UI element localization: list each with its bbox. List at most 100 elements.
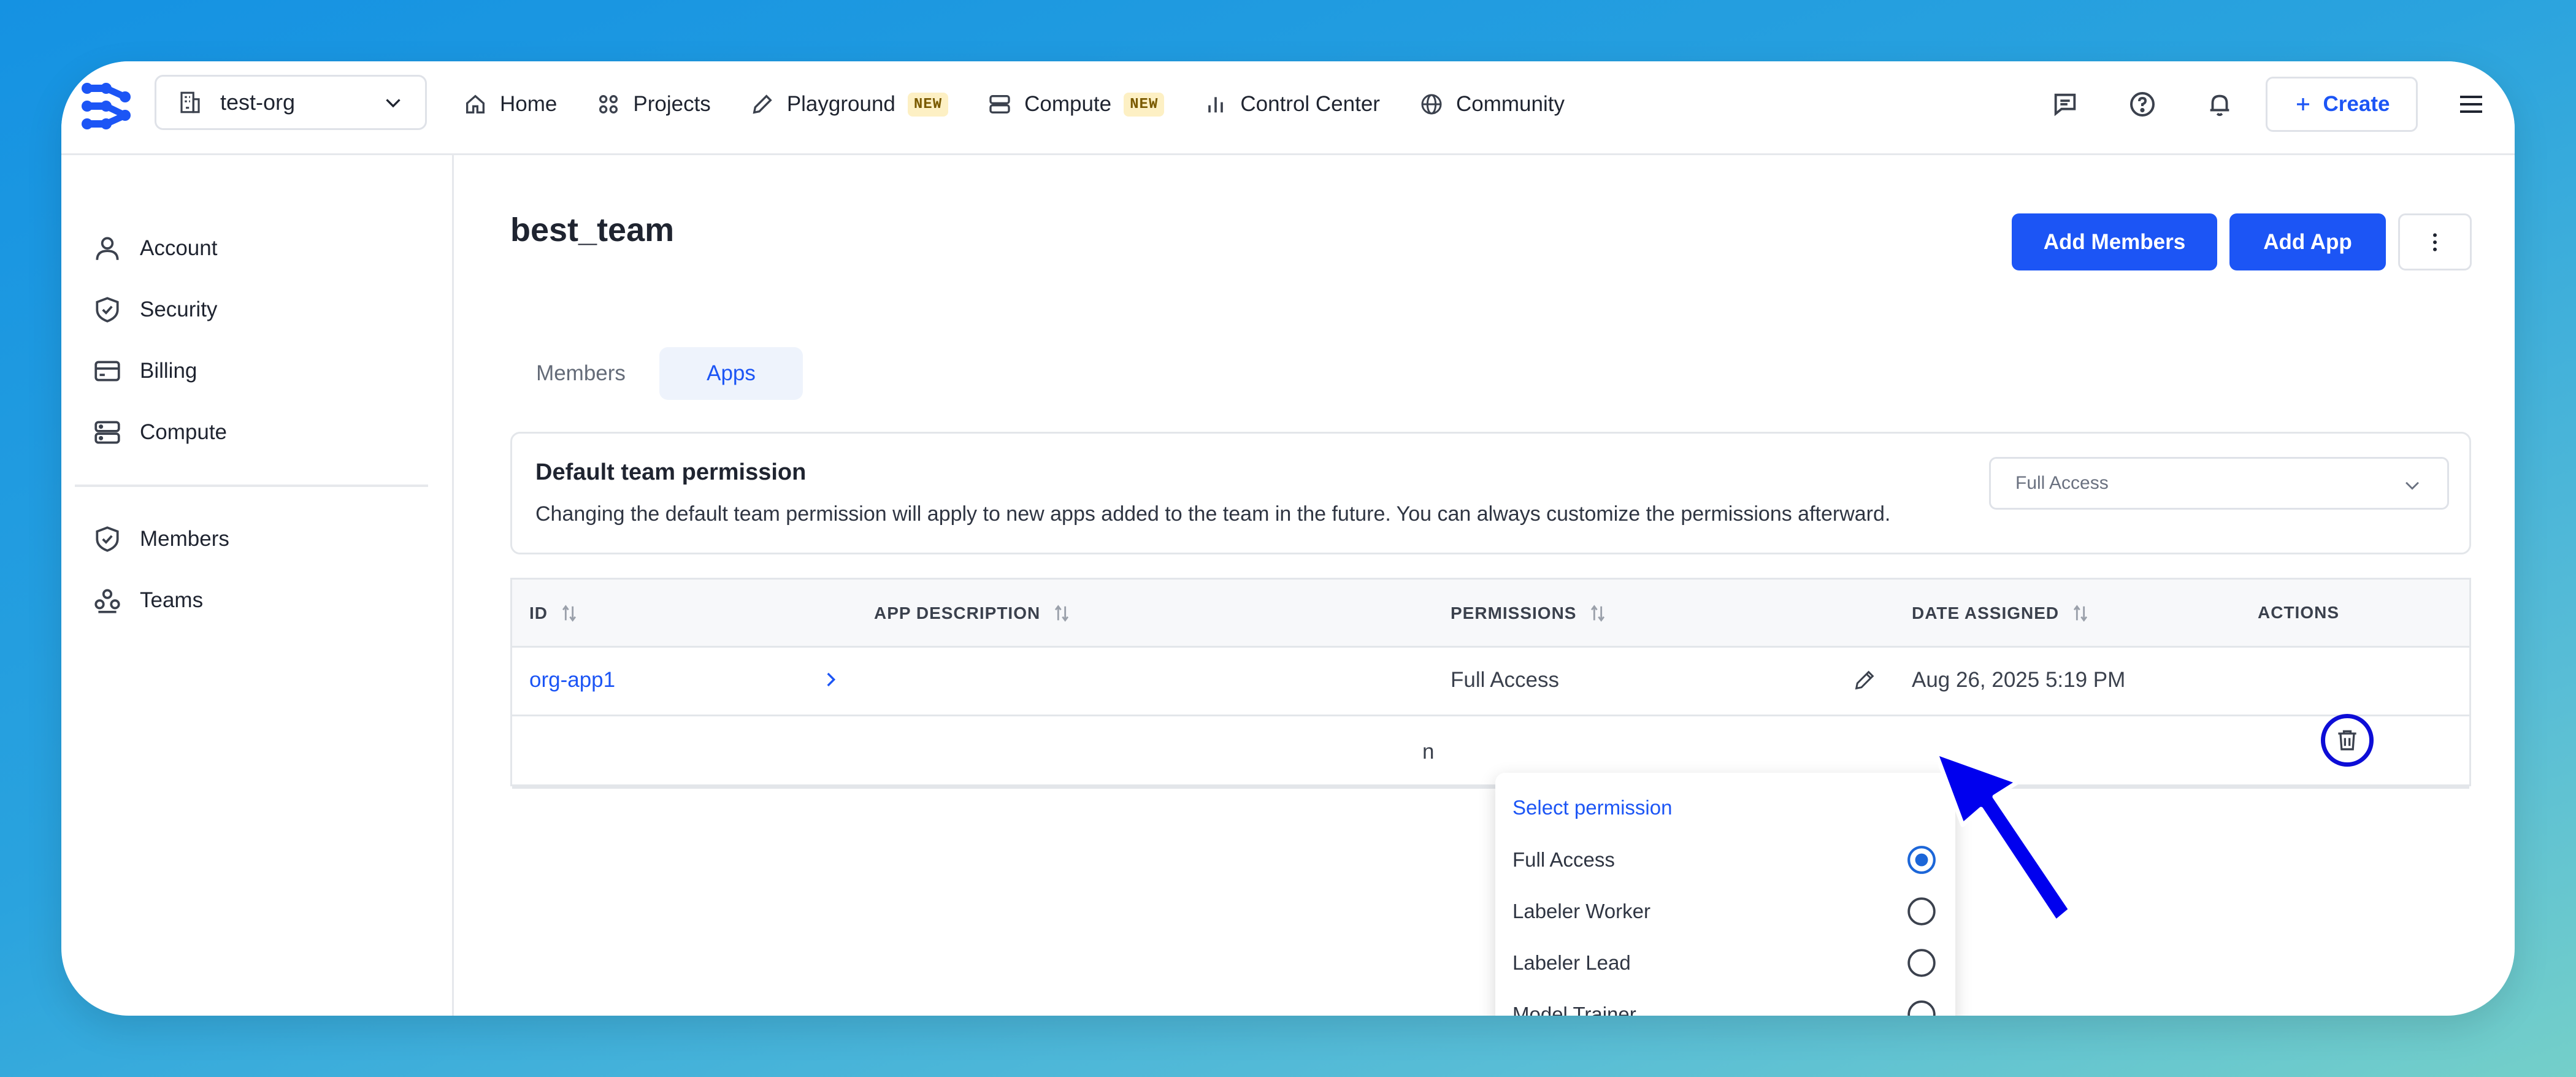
column-header-label: ACTIONS xyxy=(2258,603,2339,622)
date-assigned: Aug 26, 2025 5:19 PM xyxy=(1912,668,2126,692)
option-label: Labeler Worker xyxy=(1512,900,1650,922)
option-label: Full Access xyxy=(1512,848,1615,871)
top-right-actions: Create xyxy=(2046,61,2515,147)
permission-option-labeler-worker[interactable]: Labeler Worker xyxy=(1495,886,1955,938)
sidebar-item-compute[interactable]: Compute xyxy=(92,417,227,448)
chevron-down-icon xyxy=(2405,481,2419,490)
chevron-down-icon xyxy=(386,99,401,108)
kebab-menu-icon xyxy=(2433,232,2437,251)
brand-logo-icon[interactable] xyxy=(79,79,134,134)
sidebar-item-label: Billing xyxy=(140,359,197,383)
feedback-button[interactable] xyxy=(2046,85,2084,123)
permission-value: Full Access xyxy=(1451,668,1559,692)
more-options-button[interactable] xyxy=(2398,213,2472,270)
building-icon xyxy=(180,91,200,113)
settings-sidebar: Account Security Billing Compute Members… xyxy=(61,153,454,1016)
sidebar-item-label: Compute xyxy=(140,420,228,444)
sidebar-item-label: Teams xyxy=(140,588,204,612)
sort-icon xyxy=(562,605,577,622)
plus-icon xyxy=(2296,98,2309,110)
column-header-date-assigned[interactable]: DATE ASSIGNED xyxy=(1912,603,2091,624)
help-button[interactable] xyxy=(2123,85,2161,123)
page-title: best_team xyxy=(510,212,675,248)
permission-option-full-access[interactable]: Full Access xyxy=(1495,835,1955,886)
radio-unselected-icon xyxy=(1907,949,1936,977)
top-navigation-bar: test-org Home Projects Playground NEW Co… xyxy=(61,61,2515,155)
tab-members[interactable]: Members xyxy=(510,347,651,400)
server-icon xyxy=(989,95,1010,113)
server-icon xyxy=(94,421,120,444)
nav-control-center-label: Control Center xyxy=(1240,92,1380,116)
main-nav: Home Projects Playground NEW Compute NEW… xyxy=(463,61,1565,147)
trash-icon xyxy=(2338,730,2356,751)
default-permission-value: Full Access xyxy=(2015,473,2109,493)
new-badge: NEW xyxy=(907,92,949,117)
sidebar-item-teams[interactable]: Teams xyxy=(92,585,203,616)
column-header-label: PERMISSIONS xyxy=(1451,604,1577,623)
annotation-arrow-icon xyxy=(1933,750,2073,924)
permission-dropdown: Select permission Full Access Labeler Wo… xyxy=(1495,773,1955,1016)
default-permission-card: Default team permission Changing the def… xyxy=(510,432,2471,554)
nav-compute[interactable]: Compute NEW xyxy=(987,92,1165,117)
delete-app-button[interactable] xyxy=(2321,714,2374,767)
nav-projects[interactable]: Projects xyxy=(596,92,711,117)
column-header-app-description[interactable]: APP DESCRIPTION xyxy=(874,603,1072,624)
sidebar-item-billing[interactable]: Billing xyxy=(92,356,197,386)
tab-apps[interactable]: Apps xyxy=(659,347,803,400)
option-label: Labeler Lead xyxy=(1512,951,1631,974)
hamburger-menu-icon xyxy=(2460,96,2482,113)
nav-playground[interactable]: Playground NEW xyxy=(750,92,949,117)
bar-chart-icon xyxy=(1208,97,1224,113)
nav-home[interactable]: Home xyxy=(463,92,557,117)
edit-permission-icon[interactable] xyxy=(1852,668,1877,692)
default-permission-select[interactable]: Full Access xyxy=(1989,457,2449,510)
table-footer-row: n xyxy=(512,716,2469,789)
org-name: test-org xyxy=(220,90,296,115)
add-app-button[interactable]: Add App xyxy=(2229,213,2386,270)
message-icon xyxy=(2054,93,2076,117)
app-window: test-org Home Projects Playground NEW Co… xyxy=(61,61,2515,1016)
add-members-button[interactable]: Add Members xyxy=(2012,213,2217,270)
teams-icon xyxy=(94,589,120,613)
column-header-id[interactable]: ID xyxy=(529,603,580,624)
table-header: ID APP DESCRIPTION PERMISSIONS DATE ASSI… xyxy=(512,580,2469,648)
sidebar-item-label: Security xyxy=(140,297,218,321)
menu-button[interactable] xyxy=(2452,85,2490,123)
nav-control-center[interactable]: Control Center xyxy=(1203,92,1380,117)
column-header-label: ID xyxy=(529,604,548,623)
permission-option-labeler-lead[interactable]: Labeler Lead xyxy=(1495,938,1955,989)
chevron-right-icon[interactable] xyxy=(820,669,841,690)
sidebar-item-members[interactable]: Members xyxy=(92,524,229,554)
column-header-label: DATE ASSIGNED xyxy=(1912,604,2060,623)
credit-card-icon xyxy=(94,361,120,381)
sort-icon xyxy=(1591,605,1605,622)
help-icon xyxy=(2130,92,2155,117)
nav-community-label: Community xyxy=(1455,92,1565,116)
sort-icon xyxy=(2074,605,2088,622)
radio-unselected-icon xyxy=(1907,1000,1936,1016)
create-button[interactable]: Create xyxy=(2266,77,2418,132)
column-header-actions: ACTIONS xyxy=(2258,603,2339,623)
home-icon xyxy=(466,94,485,113)
apps-table: ID APP DESCRIPTION PERMISSIONS DATE ASSI… xyxy=(510,578,2471,789)
shield-check-icon xyxy=(96,297,119,323)
default-permission-title: Default team permission xyxy=(535,459,807,485)
nav-home-label: Home xyxy=(500,92,558,116)
globe-icon xyxy=(1421,94,1442,115)
sidebar-item-account[interactable]: Account xyxy=(92,233,217,264)
dropdown-header: Select permission xyxy=(1512,796,1673,819)
sort-icon xyxy=(1055,605,1069,622)
pencil-icon xyxy=(753,94,772,114)
sidebar-item-label: Members xyxy=(140,527,229,551)
bell-icon xyxy=(2210,94,2229,117)
sidebar-item-security[interactable]: Security xyxy=(92,294,217,325)
nav-community[interactable]: Community xyxy=(1419,92,1565,117)
sidebar-divider xyxy=(75,485,428,487)
notifications-button[interactable] xyxy=(2201,85,2239,123)
create-label: Create xyxy=(2323,92,2390,116)
permission-option-model-trainer[interactable]: Model Trainer xyxy=(1495,989,1955,1016)
app-id-link[interactable]: org-app1 xyxy=(529,668,615,692)
table-row: org-app1 Full Access Aug 26, 2025 5:19 P… xyxy=(512,646,2469,716)
org-selector[interactable]: test-org xyxy=(155,75,427,130)
column-header-permissions[interactable]: PERMISSIONS xyxy=(1451,603,1608,624)
